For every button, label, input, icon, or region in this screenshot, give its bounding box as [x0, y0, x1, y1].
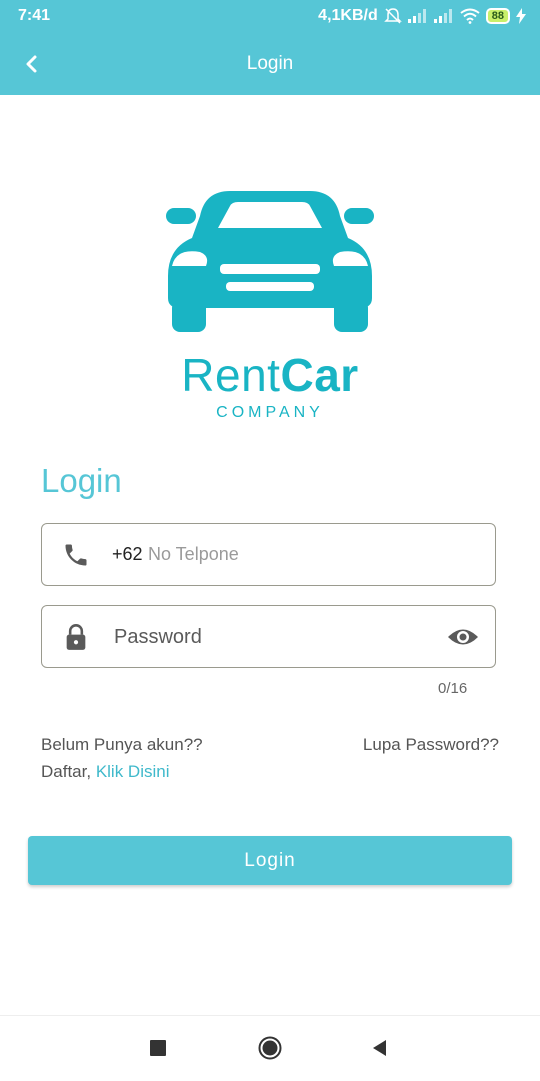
brand-name: RentCar	[0, 348, 540, 402]
network-speed: 4,1KB/d	[318, 7, 378, 24]
phone-icon	[65, 544, 87, 566]
status-bar: 7:41 4,1KB/d 88	[0, 0, 540, 34]
phone-input[interactable]: No Telpone	[148, 544, 239, 565]
lock-icon	[66, 624, 86, 650]
register-question: Belum Punya akun??	[41, 735, 203, 754]
car-logo-icon	[166, 191, 374, 332]
brand-tagline: COMPANY	[216, 404, 324, 421]
home-icon[interactable]	[258, 1036, 282, 1060]
login-button[interactable]: Login	[28, 836, 512, 885]
wifi-icon	[460, 8, 480, 24]
register-link[interactable]: Klik Disini	[96, 762, 170, 781]
signal-icon	[407, 9, 426, 23]
eye-icon[interactable]	[447, 624, 479, 650]
app-bar: Login	[0, 34, 540, 95]
page-title: Login	[246, 53, 294, 74]
signal-icon	[433, 9, 452, 23]
register-line: Daftar, Klik Disini	[41, 762, 170, 782]
password-input[interactable]: Password	[114, 626, 202, 649]
back-icon[interactable]	[368, 1036, 392, 1060]
login-heading: Login	[41, 462, 122, 499]
forgot-password-link[interactable]: Lupa Password??	[363, 735, 499, 755]
status-time: 7:41	[18, 7, 51, 24]
password-field[interactable]: Password	[41, 605, 496, 668]
register-prefix: Daftar,	[41, 762, 96, 781]
password-counter: 0/16	[438, 680, 468, 697]
recents-icon[interactable]	[146, 1036, 170, 1060]
brand-name-bold: Car	[280, 349, 359, 401]
system-nav-bar	[0, 1015, 540, 1081]
phone-prefix: +62	[112, 544, 143, 564]
charging-icon	[516, 8, 526, 24]
status-icons: 4,1KB/d 88	[318, 7, 526, 25]
phone-field[interactable]: +62 No Telpone	[41, 523, 496, 586]
mute-bell-icon	[383, 8, 402, 24]
brand-name-light: Rent	[181, 349, 281, 401]
battery-icon: 88	[485, 8, 510, 24]
